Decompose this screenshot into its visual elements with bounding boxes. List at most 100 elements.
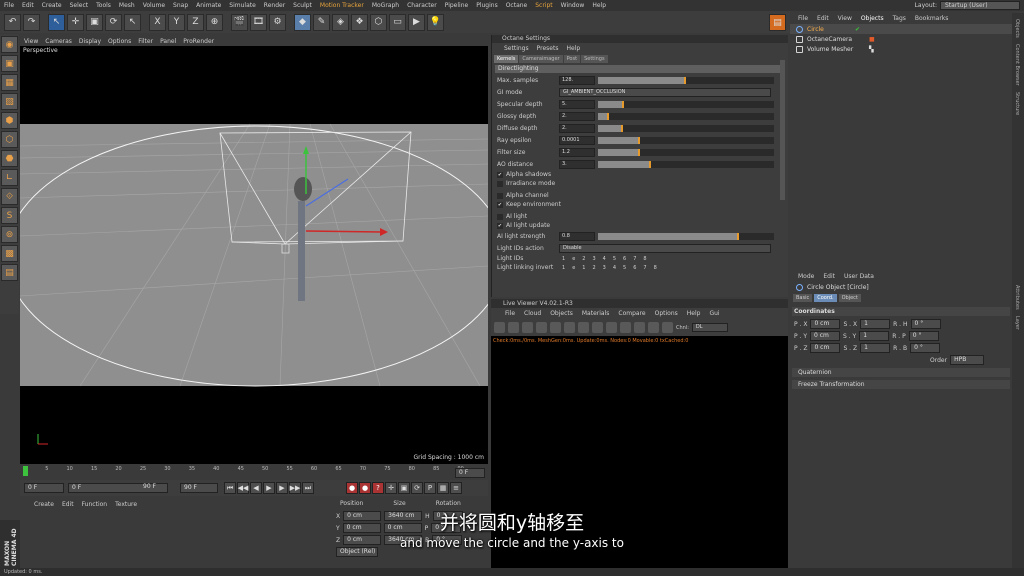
menu-tools[interactable]: Tools: [96, 2, 111, 9]
array-icon[interactable]: ❖: [351, 13, 368, 31]
menu-help[interactable]: Help: [592, 2, 606, 9]
menu-octane[interactable]: Octane: [506, 2, 528, 9]
texture-mode-icon[interactable]: ▦: [1, 74, 18, 91]
deformer-icon[interactable]: ⬡: [370, 13, 387, 31]
dock-tab-content-browser[interactable]: Content Browser: [1014, 44, 1020, 86]
workplane-icon[interactable]: ▧: [1, 93, 18, 110]
coordinate-system-icon[interactable]: ⊕: [206, 13, 223, 31]
points-mode-icon[interactable]: ⬢: [1, 112, 18, 129]
lock-workplane-icon[interactable]: ⊚: [1, 226, 18, 243]
object-row-octanecamera[interactable]: OctaneCamera ■: [790, 34, 1012, 44]
gi-mode-dropdown[interactable]: GI_AMBIENT_OCCLUSION: [559, 87, 771, 97]
channel-dropdown[interactable]: DL: [691, 323, 728, 332]
om-menu-bookmarks[interactable]: Bookmarks: [915, 15, 949, 22]
render-picture-viewer-icon[interactable]: 🎞: [250, 13, 267, 31]
stop-icon[interactable]: [536, 322, 547, 333]
menu-create[interactable]: Create: [42, 2, 62, 9]
visibility-check-icon[interactable]: ✔: [855, 26, 860, 33]
light-id-checkbox[interactable]: 1: [562, 256, 565, 262]
rotate-icon[interactable]: ⟳: [105, 13, 122, 31]
rotation-key-icon[interactable]: ⟳: [411, 482, 423, 494]
octane-menu-settings[interactable]: Settings: [504, 45, 529, 52]
rot-p-field[interactable]: 0 °: [908, 331, 939, 341]
play-icon[interactable]: ▶: [263, 482, 275, 494]
light-id-checkbox[interactable]: 3: [592, 256, 595, 262]
menu-script[interactable]: Script: [535, 2, 552, 9]
param-value[interactable]: 5.: [559, 99, 595, 109]
timeline-playhead[interactable]: [23, 466, 28, 476]
prev-key-icon[interactable]: ◀◀: [237, 482, 249, 494]
planar-workplane-icon[interactable]: ▩: [1, 245, 18, 262]
param-value[interactable]: 128.: [559, 75, 595, 85]
object-row-volume-mesher[interactable]: Volume Mesher ▚: [790, 44, 1012, 54]
scale-x-field[interactable]: 1: [860, 319, 891, 329]
dock-tab-layer[interactable]: Layer: [1014, 316, 1020, 330]
go-end-icon[interactable]: ⏭: [302, 482, 314, 494]
light-id-checkbox[interactable]: 5: [613, 256, 616, 262]
white-balance-icon[interactable]: [662, 322, 673, 333]
pos-x-field[interactable]: 0 cm: [810, 319, 841, 329]
tab-post[interactable]: Post: [563, 55, 581, 63]
param-value[interactable]: 0.8: [559, 231, 595, 241]
film-region-icon[interactable]: [606, 322, 617, 333]
menu-volume[interactable]: Volume: [143, 2, 165, 9]
dock-tab-structure[interactable]: Structure: [1014, 92, 1020, 115]
lv-menu-compare[interactable]: Compare: [618, 310, 645, 317]
dock-tab-objects[interactable]: Objects: [1014, 19, 1020, 38]
viewport-menu-display[interactable]: Display: [79, 38, 101, 45]
param-slider[interactable]: [598, 76, 774, 84]
snap-icon[interactable]: S: [1, 207, 18, 224]
attr-tab-object[interactable]: Object: [838, 294, 861, 302]
om-menu-file[interactable]: File: [798, 15, 808, 22]
light-id-checkbox[interactable]: 7: [633, 256, 636, 262]
timeline-menu-icon[interactable]: ≡: [450, 482, 462, 494]
am-menu-user-data[interactable]: User Data: [844, 273, 874, 280]
timeline-end-field[interactable]: 0 F: [455, 468, 485, 478]
go-start-icon[interactable]: ⏮: [224, 482, 236, 494]
light-id-checkbox[interactable]: 6: [623, 256, 626, 262]
octane-camera-tag-icon[interactable]: ■: [869, 36, 875, 43]
lv-menu-materials[interactable]: Materials: [582, 310, 610, 317]
param-slider[interactable]: [598, 232, 774, 240]
undo-icon[interactable]: ↶: [4, 13, 21, 31]
light-link-checkbox[interactable]: 5: [623, 265, 626, 271]
tweak-icon[interactable]: ⟐: [1, 188, 18, 205]
menu-animate[interactable]: Animate: [196, 2, 221, 9]
lv-menu-options[interactable]: Options: [655, 310, 678, 317]
pause-icon[interactable]: [522, 322, 533, 333]
record-icon[interactable]: ●: [346, 482, 358, 494]
pos-y-field[interactable]: 0 cm: [810, 331, 841, 341]
layout-dropdown[interactable]: Startup (User): [940, 1, 1020, 10]
region-icon[interactable]: [592, 322, 603, 333]
move-icon[interactable]: ✛: [67, 13, 84, 31]
rot-b-field[interactable]: 0 °: [910, 343, 941, 353]
y-axis-icon[interactable]: Y: [168, 13, 185, 31]
next-frame-icon[interactable]: ▶: [276, 482, 288, 494]
attr-tab-basic[interactable]: Basic: [793, 294, 813, 302]
dock-tab-attributes[interactable]: Attributes: [1014, 285, 1020, 310]
lv-menu-gui[interactable]: Gui: [709, 310, 719, 317]
freeze-transformation-section[interactable]: Freeze Transformation: [792, 380, 1010, 389]
om-menu-tags[interactable]: Tags: [893, 15, 906, 22]
material-menu-function[interactable]: Function: [82, 501, 108, 508]
end-frame-field[interactable]: 90 F: [180, 483, 218, 493]
menu-plugins[interactable]: Plugins: [476, 2, 498, 9]
light-id-checkbox[interactable]: 2: [582, 256, 585, 262]
material-menu-create[interactable]: Create: [34, 501, 54, 508]
octane-menu-presets[interactable]: Presets: [537, 45, 559, 52]
menu-character[interactable]: Character: [407, 2, 437, 9]
x-axis-icon[interactable]: X: [149, 13, 166, 31]
menu-select[interactable]: Select: [70, 2, 89, 9]
param-slider[interactable]: [598, 160, 774, 168]
menu-pipeline[interactable]: Pipeline: [445, 2, 468, 9]
param-value[interactable]: 2.: [559, 123, 595, 133]
irradiance-mode-checkbox[interactable]: Irradiance mode: [492, 179, 788, 188]
scale-key-icon[interactable]: ▣: [398, 482, 410, 494]
send-scene-icon[interactable]: [494, 322, 505, 333]
light-link-checkbox[interactable]: 4: [613, 265, 616, 271]
menu-sculpt[interactable]: Sculpt: [293, 2, 312, 9]
menu-edit[interactable]: Edit: [22, 2, 34, 9]
param-slider[interactable]: [598, 112, 774, 120]
edges-mode-icon[interactable]: ⬡: [1, 131, 18, 148]
make-editable-icon[interactable]: ◉: [1, 36, 18, 53]
